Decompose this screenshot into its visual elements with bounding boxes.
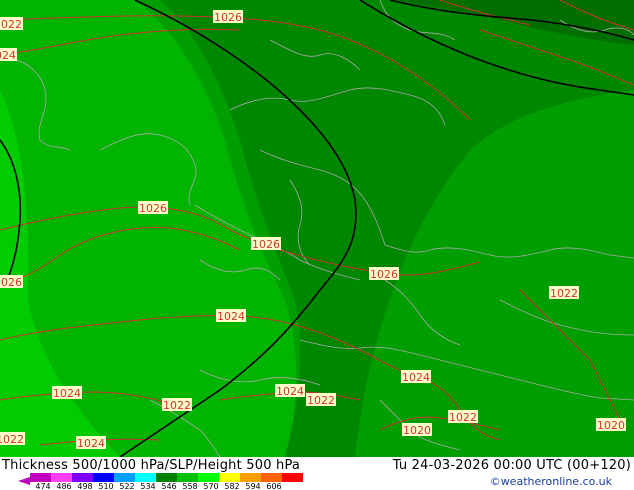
colorbar-swatch: [156, 473, 177, 482]
colorbar-swatch: [114, 473, 135, 482]
colorbar-tick-label: 606: [266, 482, 281, 490]
svg-text:1026: 1026: [252, 238, 280, 251]
isobar-label: 1026: [213, 10, 243, 24]
svg-text:1022: 1022: [0, 433, 24, 446]
colorbar-tick-label: 510: [98, 482, 113, 490]
isobar-label: 1022: [549, 286, 579, 300]
isobar-label: 1020: [596, 418, 626, 432]
isobar-label: 1022: [0, 432, 25, 446]
svg-text:1026: 1026: [0, 276, 22, 289]
svg-text:1022: 1022: [550, 287, 578, 300]
isobar-label: 1024: [275, 384, 305, 398]
svg-text:1022: 1022: [0, 18, 22, 31]
svg-text:1026: 1026: [214, 11, 242, 24]
isobar-label: 1022: [448, 410, 478, 424]
isobar-label: 1022: [306, 393, 336, 407]
isobar-label: 1022: [0, 17, 23, 31]
isobar-label: 1022: [162, 398, 192, 412]
colorbar-tick-label: 594: [245, 482, 260, 490]
svg-text:1026: 1026: [139, 202, 167, 215]
colorbar-tick-label: 486: [56, 482, 71, 490]
colorbar-tick-label: 582: [224, 482, 239, 490]
credit-link[interactable]: ©weatheronline.co.uk: [490, 475, 612, 488]
svg-text:1022: 1022: [449, 411, 477, 424]
colorbar-swatch: [240, 473, 261, 482]
isobar-label: 1026: [251, 237, 281, 251]
colorbar-swatch: [282, 473, 303, 482]
thickness-colorbar: 474 486 498 510 522 534 546 558 570 582 594 606: [18, 473, 303, 490]
svg-text:1026: 1026: [370, 268, 398, 281]
svg-text:1024: 1024: [276, 385, 304, 398]
map-canvas: 1026102210241026102610261026102410221024…: [0, 0, 634, 457]
colorbar-swatch: [30, 473, 51, 482]
colorbar-tick-label: 474: [35, 482, 50, 490]
isobar-label: 1024: [0, 48, 17, 62]
colorbar-tick-label: 546: [161, 482, 176, 490]
isobar-label: 1024: [216, 309, 246, 323]
isobar-label: 1024: [76, 436, 106, 450]
colorbar-arrow-left: [18, 477, 30, 485]
map-title: Thickness 500/1000 hPa/SLP/Height 500 hP…: [2, 458, 301, 473]
colorbar-swatch: [198, 473, 219, 482]
colorbar-tick-label: 522: [119, 482, 134, 490]
colorbar-swatch: [93, 473, 114, 482]
isobar-label: 1020: [402, 423, 432, 437]
colorbar-swatch: [219, 473, 240, 482]
svg-text:1022: 1022: [307, 394, 335, 407]
isobar-label: 1026: [0, 275, 23, 289]
svg-text:1024: 1024: [217, 310, 245, 323]
colorbar-swatch: [51, 473, 72, 482]
colorbar-tick-label: 558: [182, 482, 197, 490]
svg-text:1024: 1024: [0, 49, 16, 62]
colorbar-ticks: 474 486 498 510 522 534 546 558 570 582 594 606: [35, 482, 281, 490]
colorbar-tick-label: 534: [140, 482, 155, 490]
svg-text:1022: 1022: [163, 399, 191, 412]
colorbar-swatch: [72, 473, 93, 482]
svg-text:1024: 1024: [77, 437, 105, 450]
isobar-label: 1026: [138, 201, 168, 215]
isobar-label: 1024: [401, 370, 431, 384]
valid-time: Tu 24-03-2026 00:00 UTC (00+120): [392, 458, 631, 473]
colorbar-tick-label: 570: [203, 482, 218, 490]
svg-text:1020: 1020: [597, 419, 625, 432]
colorbar-swatch: [261, 473, 282, 482]
svg-text:1024: 1024: [402, 371, 430, 384]
svg-text:1020: 1020: [403, 424, 431, 437]
isobar-label: 1026: [369, 267, 399, 281]
weather-map: 1026102210241026102610261026102410221024…: [0, 0, 634, 457]
isobar-label: 1024: [52, 386, 82, 400]
colorbar-swatch: [177, 473, 198, 482]
colorbar-swatch: [135, 473, 156, 482]
colorbar-tick-label: 498: [77, 482, 92, 490]
svg-text:1024: 1024: [53, 387, 81, 400]
